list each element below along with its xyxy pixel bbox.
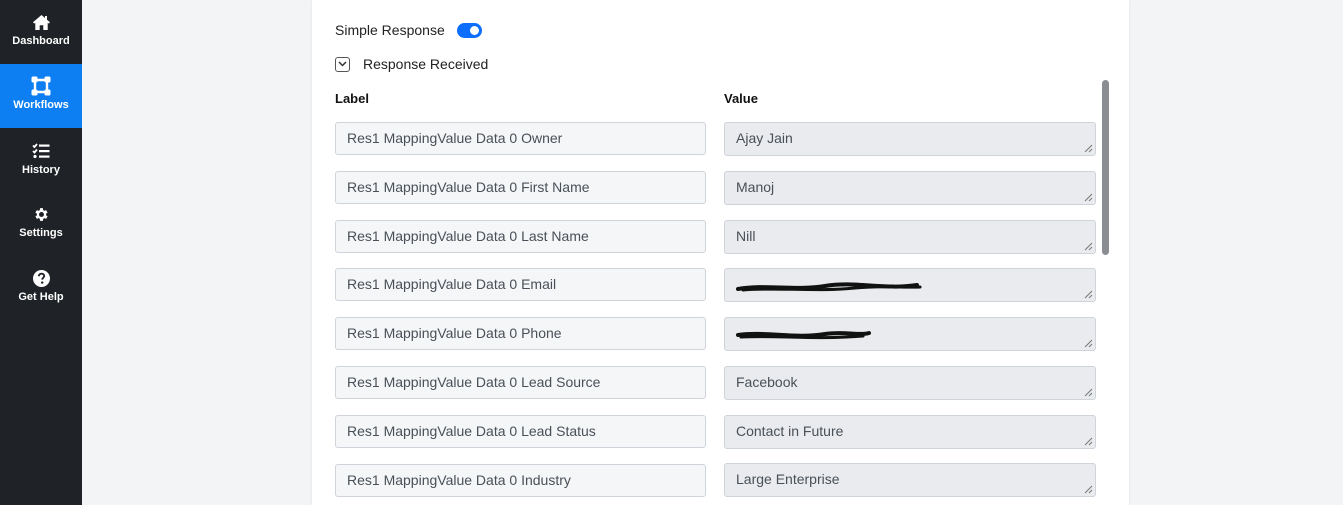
sidebar-item-settings[interactable]: Settings	[0, 192, 82, 256]
mapping-value-text: Ajay Jain	[736, 130, 793, 146]
sidebar-item-label: History	[22, 164, 60, 176]
mapping-value-field[interactable]	[724, 317, 1096, 351]
resize-handle-icon[interactable]	[1084, 437, 1093, 446]
scrollbar-thumb[interactable]	[1102, 80, 1109, 255]
resize-handle-icon[interactable]	[1084, 290, 1093, 299]
mapping-value-field[interactable]: Facebook	[724, 366, 1096, 400]
mapping-label-field[interactable]: Res1 MappingValue Data 0 Lead Status	[335, 415, 706, 448]
mapping-label-field[interactable]: Res1 MappingValue Data 0 Last Name	[335, 220, 706, 253]
mapping-value-field[interactable]	[724, 268, 1096, 302]
workflow-icon	[31, 76, 51, 96]
mapping-value-text: Nill	[736, 228, 756, 244]
home-icon	[32, 13, 51, 31]
sidebar-item-label: Settings	[19, 227, 63, 239]
sidebar: Dashboard Workflows History Settings Get…	[0, 0, 82, 505]
sidebar-item-dashboard[interactable]: Dashboard	[0, 0, 82, 64]
mapping-label-field[interactable]: Res1 MappingValue Data 0 Owner	[335, 122, 706, 155]
resize-handle-icon[interactable]	[1084, 388, 1093, 397]
simple-response-row: Simple Response	[335, 20, 482, 40]
mapping-label-field[interactable]: Res1 MappingValue Data 0 Industry	[335, 464, 706, 497]
mapping-value-text: Manoj	[736, 179, 775, 195]
response-received-row: Response Received	[335, 55, 488, 73]
gear-icon	[33, 205, 50, 223]
sidebar-item-history[interactable]: History	[0, 129, 82, 193]
sidebar-item-get-help[interactable]: Get Help	[0, 256, 82, 320]
label-column-header: Label	[335, 91, 369, 106]
response-received-label: Response Received	[363, 56, 489, 72]
mapping-value-field[interactable]: Manoj	[724, 171, 1096, 205]
toggle-knob	[469, 25, 479, 35]
checklist-icon	[32, 142, 50, 160]
resize-handle-icon[interactable]	[1084, 193, 1093, 202]
redaction-scribble	[736, 282, 922, 292]
mapping-value-field[interactable]: Nill	[724, 220, 1096, 254]
response-received-collapse-button[interactable]	[335, 56, 350, 72]
sidebar-item-label: Dashboard	[12, 35, 70, 47]
simple-response-toggle[interactable]	[456, 22, 482, 38]
mapping-value-text: Contact in Future	[736, 423, 844, 439]
resize-handle-icon[interactable]	[1084, 485, 1093, 494]
mapping-label-field[interactable]: Res1 MappingValue Data 0 Email	[335, 268, 706, 301]
mapping-value-field[interactable]: Large Enterprise	[724, 463, 1096, 497]
sidebar-item-label: Get Help	[18, 291, 64, 303]
redaction-scribble	[736, 331, 871, 340]
mapping-label-field[interactable]: Res1 MappingValue Data 0 Phone	[335, 317, 706, 350]
mapping-value-field[interactable]: Ajay Jain	[724, 122, 1096, 156]
resize-handle-icon[interactable]	[1084, 242, 1093, 251]
mapping-value-text: Facebook	[736, 374, 798, 390]
question-icon	[32, 269, 50, 287]
sidebar-item-workflows[interactable]: Workflows	[0, 64, 82, 128]
resize-handle-icon[interactable]	[1084, 144, 1093, 153]
mapping-label-field[interactable]: Res1 MappingValue Data 0 Lead Source	[335, 366, 706, 399]
simple-response-label: Simple Response	[335, 22, 445, 38]
resize-handle-icon[interactable]	[1084, 339, 1093, 348]
value-column-header: Value	[724, 91, 758, 106]
mapping-label-field[interactable]: Res1 MappingValue Data 0 First Name	[335, 171, 706, 204]
sidebar-item-label: Workflows	[13, 99, 69, 111]
chevron-down-icon	[338, 61, 347, 67]
mapping-value-field[interactable]: Contact in Future	[724, 415, 1096, 449]
mapping-value-text: Large Enterprise	[736, 471, 840, 487]
